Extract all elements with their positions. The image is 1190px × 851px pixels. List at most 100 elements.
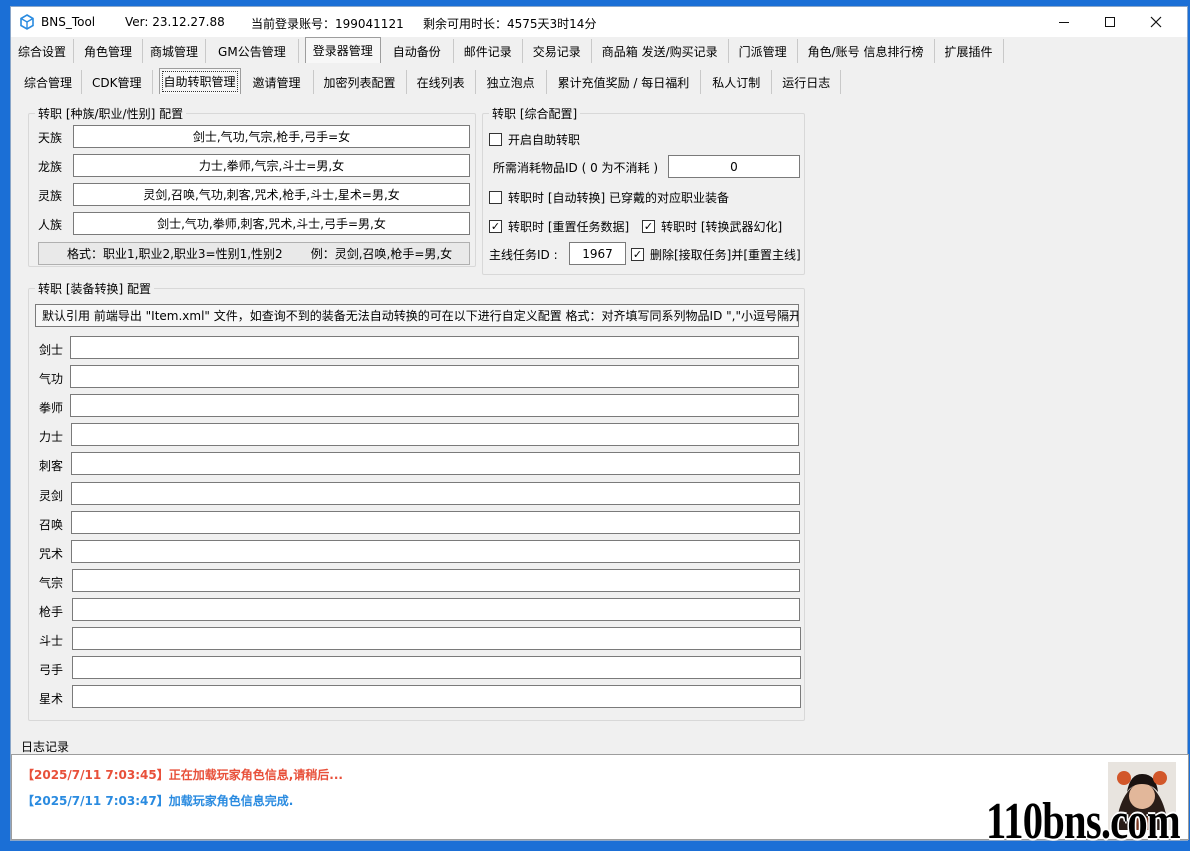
delete-task-reset-mainline-checkbox[interactable]: ✓ 删除[接取任务]并[重置主线] bbox=[631, 246, 801, 263]
tab-label: 在线列表 bbox=[416, 75, 465, 90]
close-icon bbox=[1150, 16, 1162, 28]
tab-label: 运行日志 bbox=[782, 75, 831, 90]
equip-id-field[interactable] bbox=[71, 511, 800, 534]
race-config-field[interactable]: 灵剑,召唤,气功,刺客,咒术,枪手,斗士,星术=男,女 bbox=[73, 183, 470, 206]
tab-label: 综合管理 bbox=[24, 75, 73, 90]
equip-id-field[interactable] bbox=[72, 598, 800, 621]
race-config-field[interactable]: 剑士,气功,气宗,枪手,弓手=女 bbox=[73, 125, 470, 148]
tab-mall-management[interactable]: 商城管理 bbox=[143, 39, 207, 63]
tab-overview[interactable]: 综合管理 bbox=[15, 70, 83, 94]
log-line: 【2025/7/11 7:03:47】加载玩家角色信息完成. bbox=[22, 794, 294, 808]
tab-plugins[interactable]: 扩展插件 bbox=[935, 39, 1004, 63]
equip-id-field[interactable] bbox=[71, 423, 799, 446]
equip-id-field[interactable] bbox=[72, 569, 800, 592]
tab-label: 综合设置 bbox=[18, 44, 67, 59]
tab-trade-log[interactable]: 交易记录 bbox=[523, 39, 592, 63]
equip-job-label: 灵剑 bbox=[39, 489, 64, 503]
general-config-group: 转职 [综合配置] 开启自助转职 所需消耗物品ID ( 0 为不消耗 ) 0 转… bbox=[482, 105, 805, 275]
check-icon: ✓ bbox=[631, 248, 644, 261]
tab-label: 私人订制 bbox=[712, 75, 761, 90]
checkbox-label: 转职时 [转换武器幻化] bbox=[661, 220, 783, 234]
race-config-field[interactable]: 剑士,气功,拳师,刺客,咒术,斗士,弓手=男,女 bbox=[73, 212, 470, 235]
tab-label: 角色/账号 信息排行榜 bbox=[807, 44, 924, 59]
enable-self-job-change-checkbox[interactable]: 开启自助转职 bbox=[489, 131, 580, 148]
minimize-icon bbox=[1059, 21, 1069, 23]
mainline-task-label: 主线任务ID : bbox=[489, 248, 558, 262]
tab-label: 邀请管理 bbox=[252, 75, 301, 90]
equip-id-field[interactable] bbox=[70, 336, 799, 359]
check-icon: ✓ bbox=[642, 220, 655, 233]
tab-custom-orders[interactable]: 私人订制 bbox=[701, 70, 773, 94]
tab-auto-backup[interactable]: 自动备份 bbox=[381, 39, 454, 63]
equip-id-field[interactable] bbox=[70, 365, 799, 388]
checkbox-label: 转职时 [重置任务数据] bbox=[508, 220, 630, 234]
equip-id-field[interactable] bbox=[72, 627, 801, 650]
convert-weapon-skin-checkbox[interactable]: ✓ 转职时 [转换武器幻化] bbox=[642, 218, 782, 235]
tab-run-log[interactable]: 运行日志 bbox=[772, 70, 842, 94]
tab-label: 登录器管理 bbox=[312, 44, 373, 58]
consume-item-label: 所需消耗物品ID ( 0 为不消耗 ) bbox=[493, 161, 659, 175]
tab-recharge-rewards[interactable]: 累计充值奖励 / 每日福利 bbox=[547, 70, 702, 94]
sub-tab-strip: 综合管理 CDK管理 自助转职管理 邀请管理 加密列表配置 在线列表 独立泡点 … bbox=[15, 68, 842, 94]
race-label: 天族 bbox=[38, 131, 63, 145]
equip-job-label: 气宗 bbox=[39, 576, 64, 590]
tab-item-box-log[interactable]: 商品箱 发送/购买记录 bbox=[592, 39, 729, 63]
remaining-time-label: 剩余可用时长：4575天3时14分 bbox=[423, 17, 597, 31]
tab-label: 扩展插件 bbox=[944, 44, 993, 59]
check-icon: ✓ bbox=[489, 220, 502, 233]
equip-id-field[interactable] bbox=[72, 685, 801, 708]
equip-id-field[interactable] bbox=[71, 452, 800, 475]
format-hint: 格式：职业1,职业2,职业3=性别1,性别2 例：灵剑,召唤,枪手=男,女 bbox=[38, 242, 470, 265]
tab-label: 累计充值奖励 / 每日福利 bbox=[557, 75, 690, 90]
app-title: BNS_Tool bbox=[41, 15, 96, 29]
maximize-button[interactable] bbox=[1087, 7, 1133, 37]
tab-gm-notice[interactable]: GM公告管理 bbox=[206, 39, 299, 63]
general-config-title: 转职 [综合配置] bbox=[489, 105, 581, 122]
auto-convert-gear-checkbox[interactable]: 转职时 [自动转换] 已穿戴的对应职业装备 bbox=[489, 189, 729, 206]
race-config-title: 转职 [种族/职业/性别] 配置 bbox=[35, 105, 187, 122]
account-label: 当前登录账号：199041121 bbox=[251, 17, 404, 31]
tab-label: 自动备份 bbox=[392, 44, 441, 59]
tab-invite-management[interactable]: 邀请管理 bbox=[241, 70, 314, 94]
tab-label: 邮件记录 bbox=[463, 44, 512, 59]
tab-mail-log[interactable]: 邮件记录 bbox=[454, 39, 523, 63]
race-config-field[interactable]: 力士,拳师,气宗,斗士=男,女 bbox=[73, 154, 470, 177]
tab-guild-management[interactable]: 门派管理 bbox=[729, 39, 798, 63]
race-label: 人族 bbox=[38, 218, 63, 232]
tab-cdk-management[interactable]: CDK管理 bbox=[82, 70, 153, 94]
tab-label: 独立泡点 bbox=[486, 75, 535, 90]
equip-id-field[interactable] bbox=[71, 540, 800, 563]
tab-character-management[interactable]: 角色管理 bbox=[74, 39, 144, 63]
tab-label: 商城管理 bbox=[150, 44, 199, 59]
equip-job-label: 召唤 bbox=[39, 518, 64, 532]
race-label: 灵族 bbox=[38, 189, 63, 203]
close-button[interactable] bbox=[1133, 7, 1179, 37]
tab-self-job-change[interactable]: 自助转职管理 bbox=[158, 68, 241, 94]
race-label: 龙族 bbox=[38, 160, 63, 174]
tab-idle-points[interactable]: 独立泡点 bbox=[476, 70, 547, 94]
tab-leaderboard[interactable]: 角色/账号 信息排行榜 bbox=[798, 39, 935, 63]
example-text: 例：灵剑,召唤,枪手=男,女 bbox=[310, 247, 453, 261]
equip-id-field[interactable] bbox=[70, 394, 799, 417]
equip-config-title: 转职 [装备转换] 配置 bbox=[35, 280, 154, 297]
main-tab-strip: 综合设置 角色管理 商城管理 GM公告管理 登录器管理 自动备份 邮件记录 交易… bbox=[11, 37, 1004, 63]
tab-online-list[interactable]: 在线列表 bbox=[407, 70, 476, 94]
minimize-button[interactable] bbox=[1041, 7, 1087, 37]
mainline-task-field[interactable]: 1967 bbox=[569, 242, 626, 265]
equip-job-label: 拳师 bbox=[39, 401, 64, 415]
equip-id-field[interactable] bbox=[72, 656, 801, 679]
consume-item-field[interactable]: 0 bbox=[668, 155, 800, 178]
tab-encryption-list[interactable]: 加密列表配置 bbox=[314, 70, 407, 94]
equip-job-label: 刺客 bbox=[39, 459, 64, 473]
reset-task-data-checkbox[interactable]: ✓ 转职时 [重置任务数据] bbox=[489, 218, 629, 235]
checkbox-label: 转职时 [自动转换] 已穿戴的对应职业装备 bbox=[508, 191, 729, 205]
tab-launcher-management[interactable]: 登录器管理 bbox=[304, 37, 381, 63]
equip-info-text: 默认引用 前端导出 "Item.xml" 文件，如查询不到的装备无法自动转换的可… bbox=[35, 304, 799, 327]
tab-general-settings[interactable]: 综合设置 bbox=[11, 39, 75, 63]
tab-label: 商品箱 发送/购买记录 bbox=[601, 44, 718, 59]
maximize-icon bbox=[1105, 17, 1115, 27]
checkbox-label: 开启自助转职 bbox=[508, 133, 581, 147]
equip-id-field[interactable] bbox=[71, 482, 800, 505]
checkbox-label: 删除[接取任务]并[重置主线] bbox=[650, 248, 801, 262]
equip-job-label: 力士 bbox=[39, 430, 64, 444]
